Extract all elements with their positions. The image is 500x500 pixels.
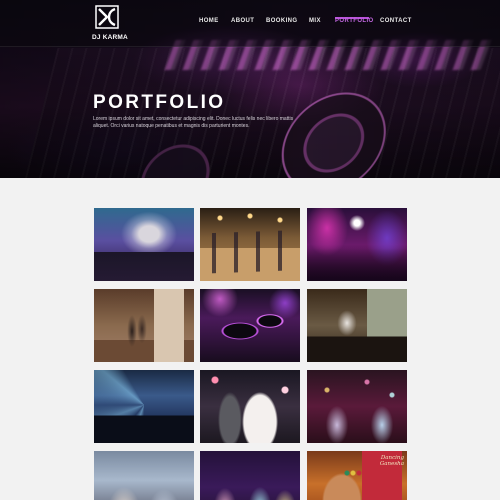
gallery-photo-concert-stage[interactable] xyxy=(94,370,194,443)
gallery-photo-dj-booth[interactable] xyxy=(94,208,194,281)
portfolio-gallery: Dancing Ganesha xyxy=(0,178,500,500)
karma-logo-icon xyxy=(95,5,119,29)
nav-contact[interactable]: CONTACT xyxy=(380,18,412,24)
nav-booking[interactable]: BOOKING xyxy=(266,18,297,24)
page-title: PORTFOLIO xyxy=(93,92,226,113)
gallery-photo-nightclub-crowd[interactable] xyxy=(307,208,407,281)
gallery-photo-night-party[interactable] xyxy=(200,451,300,500)
gallery-photo-crowd-dancing[interactable] xyxy=(94,451,194,500)
hero-subtitle: Lorem ipsum dolor sit amet, consectetur … xyxy=(93,116,294,129)
brand-name: DJ KARMA xyxy=(92,34,128,41)
gallery-photo-dancer-poster[interactable]: Dancing Ganesha xyxy=(307,451,407,500)
gallery-photo-dj-mixing[interactable] xyxy=(307,289,407,362)
brand-logo[interactable]: DJ KARMA xyxy=(92,4,128,42)
gallery-photo-party-guests[interactable] xyxy=(307,370,407,443)
gallery-photo-ballroom-dance[interactable] xyxy=(94,289,194,362)
poster-title: Dancing Ganesha xyxy=(379,455,404,467)
gallery-photo-wedding-couple[interactable] xyxy=(200,370,300,443)
gallery-photo-dance-floor[interactable] xyxy=(200,208,300,281)
nav-about[interactable]: ABOUT xyxy=(231,18,254,24)
top-navigation: DJ KARMA HOME ABOUT BOOKING MIX PORTFOLI… xyxy=(0,0,500,47)
nav-mix[interactable]: MIX xyxy=(309,18,321,24)
nav-portfolio[interactable]: PORTFOLIO xyxy=(335,18,374,24)
nav-home[interactable]: HOME xyxy=(199,18,219,24)
gallery-photo-turntables[interactable] xyxy=(200,289,300,362)
